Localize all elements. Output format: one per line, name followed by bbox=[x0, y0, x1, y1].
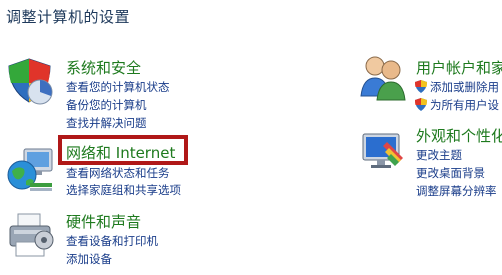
add-remove-user-link[interactable]: 添加或删除用 bbox=[430, 79, 499, 95]
add-device-link[interactable]: 添加设备 bbox=[66, 251, 112, 267]
change-desktop-background-link[interactable]: 更改桌面背景 bbox=[416, 165, 485, 181]
user-accounts-icon[interactable] bbox=[357, 52, 409, 102]
change-theme-link[interactable]: 更改主题 bbox=[416, 147, 462, 163]
view-computer-status-link[interactable]: 查看您的计算机状态 bbox=[66, 79, 170, 95]
user-accounts-title[interactable]: 用户帐户和家 bbox=[416, 57, 502, 78]
appearance-icon[interactable] bbox=[357, 128, 407, 174]
view-network-status-link[interactable]: 查看网络状态和任务 bbox=[66, 165, 170, 181]
all-users-link[interactable]: 为所有用户设 bbox=[430, 97, 499, 113]
network-internet-title[interactable]: 网络和 Internet bbox=[66, 142, 175, 163]
troubleshoot-link[interactable]: 查找并解决问题 bbox=[66, 115, 147, 131]
appearance-title[interactable]: 外观和个性化 bbox=[416, 125, 502, 146]
system-security-title[interactable]: 系统和安全 bbox=[66, 57, 141, 78]
page-title: 调整计算机的设置 bbox=[6, 8, 131, 26]
uac-shield-icon bbox=[415, 80, 427, 93]
printer-icon[interactable] bbox=[6, 210, 56, 260]
view-devices-printers-link[interactable]: 查看设备和打印机 bbox=[66, 233, 158, 249]
screen-resolution-link[interactable]: 调整屏幕分辨率 bbox=[416, 183, 497, 199]
system-security-shield-icon[interactable] bbox=[6, 56, 56, 106]
homegroup-sharing-link[interactable]: 选择家庭组和共享选项 bbox=[66, 182, 181, 198]
hardware-sound-title[interactable]: 硬件和声音 bbox=[66, 211, 141, 232]
uac-shield-icon bbox=[415, 98, 427, 111]
backup-computer-link[interactable]: 备份您的计算机 bbox=[66, 97, 147, 113]
network-globe-icon[interactable] bbox=[4, 143, 56, 195]
